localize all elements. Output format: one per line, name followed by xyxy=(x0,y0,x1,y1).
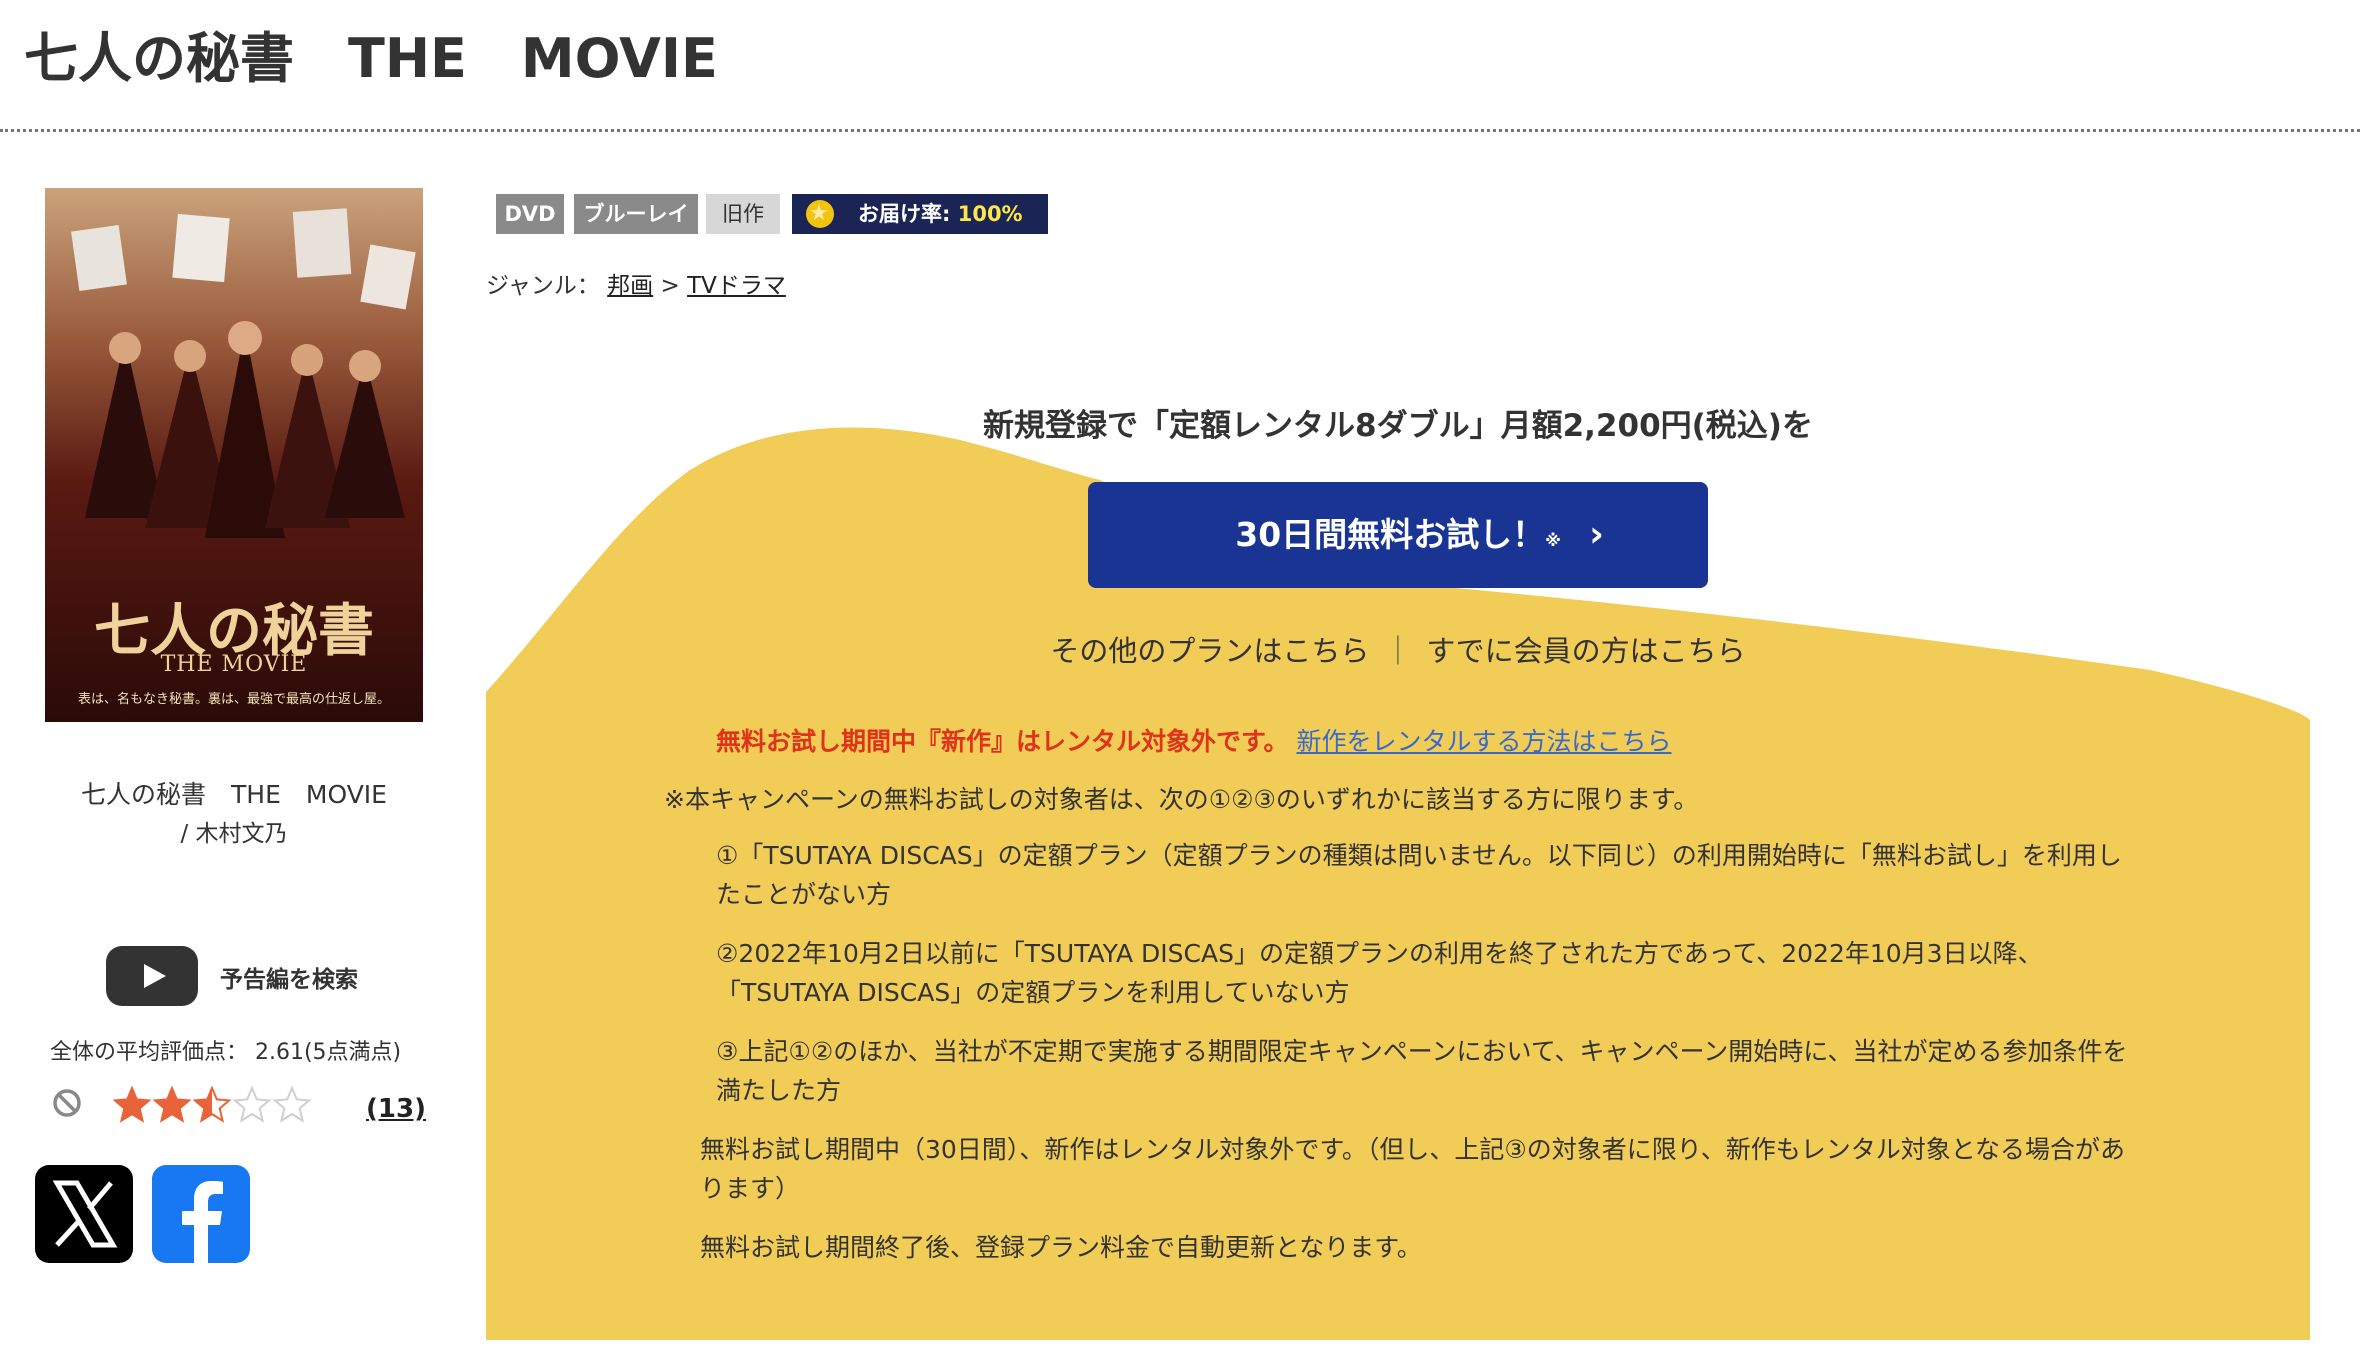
eligibility-item-2: ②2022年10月2日以前に「TSUTAYA DISCAS」の定額プランの利用を… xyxy=(716,939,2043,1007)
campaign-eligibility-note: ※本キャンペーンの無料お試しの対象者は、次の①②③のいずれかに該当する方に限りま… xyxy=(664,785,1699,814)
link-separator: ｜ xyxy=(1383,634,1413,668)
eligibility-item-1: ①「TSUTAYA DISCAS」の定額プラン（定額プランの種類は問いません。以… xyxy=(716,841,2122,909)
free-trial-button[interactable]: 30日間無料お試し！※ › xyxy=(1088,482,1708,588)
trial-period-note: 無料お試し期間中（30日間）、新作はレンタル対象外です。（但し、上記③の対象者に… xyxy=(700,1135,2125,1203)
free-trial-footnote-mark: ※ xyxy=(1545,531,1561,550)
free-trial-label: 30日間無料お試し！ xyxy=(1235,515,1546,554)
warning-text: 無料お試し期間中『新作』はレンタル対象外です。 xyxy=(716,727,1289,756)
eligibility-item-3: ③上記①②のほか、当社が不定期で実施する期間限定キャンペーンにおいて、キャンペー… xyxy=(716,1037,2128,1105)
promo-headline: 新規登録で「定額レンタル8ダブル」月額2,200円(税込)を xyxy=(983,408,1813,444)
plan-links: その他のプランはこちら ｜ すでに会員の方はこちら xyxy=(486,628,2310,670)
new-release-howto-link[interactable]: 新作をレンタルする方法はこちら xyxy=(1296,727,1671,756)
other-plans-link[interactable]: その他のプランはこちら xyxy=(1050,634,1369,668)
chevron-right-icon: › xyxy=(1589,514,1604,555)
new-release-warning: 無料お試し期間中『新作』はレンタル対象外です。 新作をレンタルする方法はこちら xyxy=(716,722,1671,758)
auto-renew-note: 無料お試し期間終了後、登録プラン料金で自動更新となります。 xyxy=(700,1233,1422,1262)
member-login-link[interactable]: すでに会員の方はこちら xyxy=(1426,634,1745,668)
